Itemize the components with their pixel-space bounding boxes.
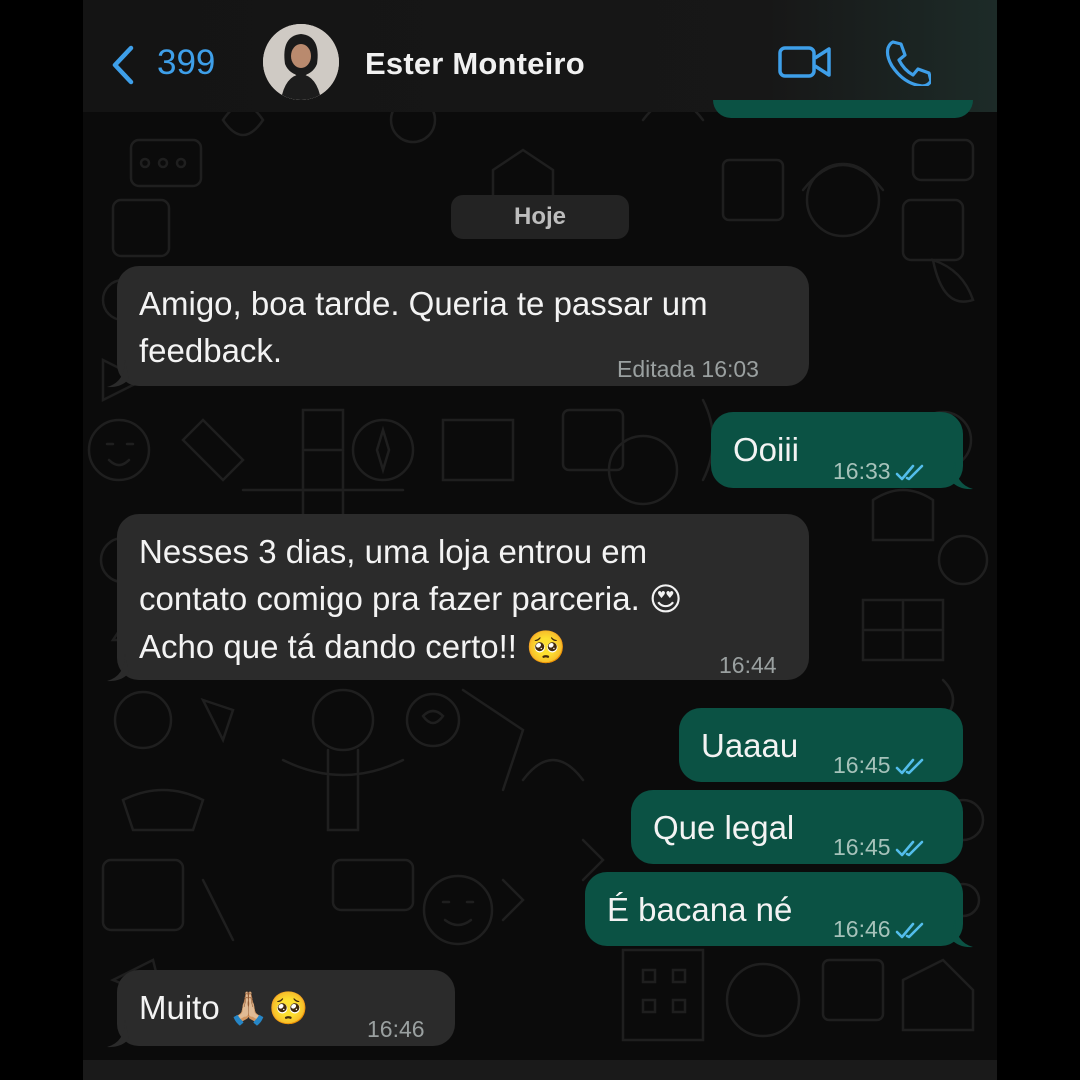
avatar-photo <box>263 24 339 100</box>
message-time: 16:44 <box>719 652 777 678</box>
outgoing-message[interactable]: Que legal 16:45 <box>631 790 963 864</box>
message-text: Muito 🙏🏼🥺 <box>139 984 309 1032</box>
voice-call-icon[interactable] <box>883 38 931 86</box>
heart-eyes-emoji: 😍 <box>648 580 683 618</box>
message-line: contato comigo pra fazer parceria. <box>139 580 640 617</box>
bubble-tail <box>951 920 973 948</box>
message-text: Ooiii <box>733 431 800 468</box>
message-meta: 16:46 <box>833 906 925 953</box>
bubble-tail <box>107 360 129 388</box>
bubble-tail <box>951 462 973 490</box>
video-call-icon[interactable] <box>777 40 833 84</box>
message-line: feedback. <box>139 332 283 369</box>
back-unread-count[interactable]: 399 <box>157 43 215 83</box>
message-time: 16:45 <box>833 752 891 778</box>
message-text: É bacana né <box>607 891 793 928</box>
message-meta: 16:45 <box>833 824 925 871</box>
message-text: Nesses 3 dias, uma loja entrou em contat… <box>139 528 682 671</box>
outgoing-message[interactable]: Ooiii 16:33 <box>711 412 963 488</box>
chat-screen: 399 Ester Monteiro Hoje Amigo, boa tarde… <box>83 0 997 1080</box>
message-line: Muito <box>139 989 220 1026</box>
message-text: Uaaau <box>701 727 799 764</box>
chat-header: 399 Ester Monteiro <box>83 0 997 112</box>
read-ticks-icon <box>895 922 923 939</box>
read-ticks-icon <box>895 840 923 857</box>
message-meta: Editada 16:03 <box>617 346 759 393</box>
previous-message-peek <box>713 100 973 118</box>
message-line: Amigo, boa tarde. Queria te passar um <box>139 285 708 322</box>
message-text: Que legal <box>653 809 795 846</box>
message-line: Nesses 3 dias, uma loja entrou em <box>139 533 648 570</box>
incoming-message[interactable]: Muito 🙏🏼🥺 16:46 <box>117 970 455 1046</box>
praying-hands-emoji: 🙏🏼🥺 <box>228 989 309 1027</box>
edited-label: Editada <box>617 356 696 382</box>
message-meta: 16:45 <box>833 742 925 789</box>
outgoing-message[interactable]: É bacana né 16:46 <box>585 872 963 946</box>
back-chevron-icon[interactable] <box>109 44 137 86</box>
composer-bar-edge <box>83 1060 997 1080</box>
read-ticks-icon <box>895 758 923 775</box>
date-divider: Hoje <box>451 195 629 239</box>
contact-name[interactable]: Ester Monteiro <box>365 46 585 82</box>
message-time: 16:45 <box>833 834 891 860</box>
message-meta: 16:33 <box>833 448 925 495</box>
message-time: 16:46 <box>367 1016 425 1042</box>
incoming-message[interactable]: Nesses 3 dias, uma loja entrou em contat… <box>117 514 809 680</box>
outgoing-message[interactable]: Uaaau 16:45 <box>679 708 963 782</box>
incoming-message[interactable]: Amigo, boa tarde. Queria te passar um fe… <box>117 266 809 386</box>
message-time: 16:46 <box>833 916 891 942</box>
bubble-tail <box>107 654 129 682</box>
bubble-tail <box>107 1020 129 1048</box>
message-time: 16:03 <box>701 356 759 382</box>
pleading-face-emoji: 🥺 <box>526 628 566 666</box>
message-line: Acho que tá dando certo!! <box>139 628 517 665</box>
read-ticks-icon <box>895 464 923 481</box>
contact-avatar[interactable] <box>263 24 339 100</box>
message-time: 16:33 <box>833 458 891 484</box>
